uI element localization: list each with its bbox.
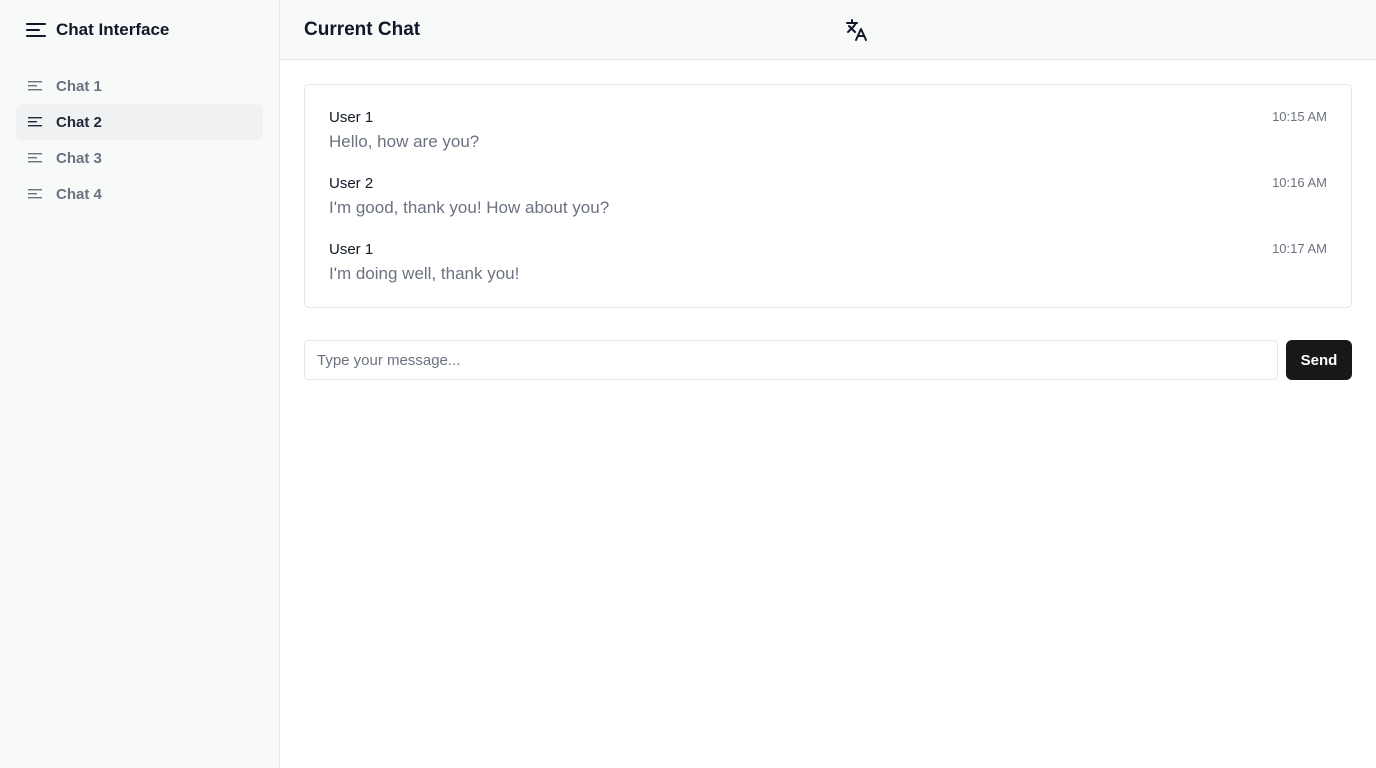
message-time: 10:16 AM (1272, 175, 1327, 190)
app: Chat Interface Chat 1 Chat 2 Chat 3 Chat… (0, 0, 1376, 768)
sidebar-item-label: Chat 3 (56, 149, 102, 167)
message-input[interactable] (304, 340, 1278, 380)
sidebar-item-label: Chat 2 (56, 113, 102, 131)
sidebar-item-label: Chat 1 (56, 77, 102, 95)
message-item: User 2 I'm good, thank you! How about yo… (329, 175, 1327, 219)
page-title: Current Chat (304, 18, 421, 40)
sidebar-item-label: Chat 4 (56, 185, 102, 203)
lines-icon (28, 150, 44, 166)
sidebar: Chat Interface Chat 1 Chat 2 Chat 3 Chat… (0, 0, 280, 768)
message-item: User 1 Hello, how are you? 10:15 AM (329, 109, 1327, 153)
send-button[interactable]: Send (1286, 340, 1352, 380)
main-panel: Current Chat User 1 Hello, how are you? (280, 0, 1376, 768)
translate-icon[interactable] (842, 16, 870, 44)
message-body: User 2 I'm good, thank you! How about yo… (329, 175, 609, 219)
lines-icon (28, 186, 44, 202)
message-text: I'm doing well, thank you! (329, 264, 520, 283)
app-title: Chat Interface (56, 20, 170, 39)
message-list: User 1 Hello, how are you? 10:15 AM User… (304, 84, 1352, 308)
message-text: I'm good, thank you! How about you? (329, 198, 610, 217)
message-composer: Send (304, 340, 1352, 380)
message-time: 10:17 AM (1272, 241, 1327, 256)
sidebar-item-chat-3[interactable]: Chat 3 (16, 140, 263, 176)
chat-list: Chat 1 Chat 2 Chat 3 Chat 4 (16, 68, 263, 212)
message-text: Hello, how are you? (329, 132, 480, 151)
message-sender: User 1 (329, 241, 374, 258)
lines-icon (28, 114, 44, 130)
menu-icon[interactable] (26, 20, 46, 40)
sidebar-item-chat-2[interactable]: Chat 2 (16, 104, 263, 140)
message-sender: User 2 (329, 175, 374, 192)
lines-icon (28, 78, 44, 94)
message-sender: User 1 (329, 109, 374, 126)
sidebar-item-chat-4[interactable]: Chat 4 (16, 176, 263, 212)
message-item: User 1 I'm doing well, thank you! 10:17 … (329, 241, 1327, 285)
main-header: Current Chat (280, 0, 1376, 60)
sidebar-header: Chat Interface (16, 0, 263, 60)
message-time: 10:15 AM (1272, 109, 1327, 124)
sidebar-item-chat-1[interactable]: Chat 1 (16, 68, 263, 104)
message-body: User 1 Hello, how are you? (329, 109, 479, 153)
message-body: User 1 I'm doing well, thank you! (329, 241, 519, 285)
chat-content: User 1 Hello, how are you? 10:15 AM User… (280, 60, 1376, 404)
